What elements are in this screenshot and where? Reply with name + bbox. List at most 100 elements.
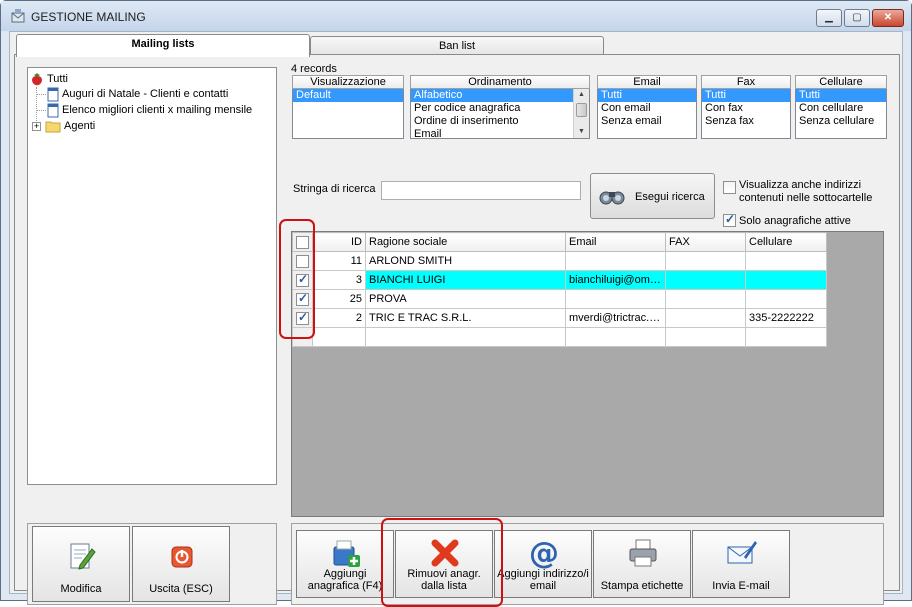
list-item[interactable]: Senza cellulare: [796, 115, 886, 128]
send-email-button[interactable]: Invia E-mail: [692, 530, 790, 598]
search-button-label: Esegui ricerca: [635, 191, 705, 203]
cell-fax[interactable]: [665, 289, 746, 309]
column-email[interactable]: Email: [565, 232, 666, 252]
filter-ordinamento: Ordinamento Alfabetico Per codice anagra…: [410, 75, 590, 140]
email-filter-list[interactable]: Tutti Con email Senza email: [597, 89, 697, 139]
table-row[interactable]: 2 TRIC E TRAC S.R.L. mverdi@trictrac.c..…: [292, 308, 827, 328]
minimize-button[interactable]: ▁: [816, 9, 842, 27]
cell-name[interactable]: TRIC E TRAC S.R.L.: [365, 308, 566, 328]
cell-empty[interactable]: [565, 327, 666, 347]
add-email-button[interactable]: @ Aggiungi indirizzo/i email: [494, 530, 592, 598]
add-email-label: Aggiungi indirizzo/i: [497, 568, 589, 580]
cell-cellulare[interactable]: 335-2222222: [745, 308, 827, 328]
tab-label: Ban list: [438, 40, 476, 52]
power-icon: [171, 546, 193, 568]
column-fax[interactable]: FAX: [665, 232, 746, 252]
maximize-button[interactable]: ▢: [844, 9, 870, 27]
cell-empty[interactable]: [365, 327, 566, 347]
list-item[interactable]: Per codice anagrafica: [411, 102, 589, 115]
list-item[interactable]: Con cellulare: [796, 102, 886, 115]
mailing-lists-panel: Tutti Auguri di Natale - Clienti e conta…: [14, 54, 900, 607]
cell-email[interactable]: [565, 251, 666, 271]
filter-visualizzazione: Visualizzazione Default: [292, 75, 404, 140]
cell-email[interactable]: mverdi@trictrac.c...: [565, 308, 666, 328]
list-item[interactable]: Alfabetico: [411, 89, 573, 102]
cell-fax[interactable]: [665, 308, 746, 328]
filter-header: Cellulare: [795, 75, 887, 89]
svg-text:@: @: [529, 537, 559, 569]
cell-name[interactable]: BIANCHI LUIGI: [365, 270, 566, 290]
list-item[interactable]: Ordine di inserimento: [411, 115, 589, 128]
list-item[interactable]: Tutti: [598, 89, 696, 102]
add-contact-label: Aggiungi: [323, 568, 367, 580]
cellulare-filter-list[interactable]: Tutti Con cellulare Senza cellulare: [795, 89, 887, 139]
add-contact-button[interactable]: Aggiungi anagrafica (F4): [296, 530, 394, 598]
fax-filter-list[interactable]: Tutti Con fax Senza fax: [701, 89, 791, 139]
exit-button[interactable]: Uscita (ESC): [132, 526, 230, 602]
subfolders-checkbox[interactable]: [723, 181, 736, 194]
list-item[interactable]: Con fax: [702, 102, 790, 115]
visualizzazione-list[interactable]: Default: [292, 89, 404, 139]
tree-item-elenco[interactable]: Elenco migliori clienti x mailing mensil…: [36, 103, 266, 118]
cell-id[interactable]: 3: [312, 270, 366, 290]
list-item[interactable]: Tutti: [702, 89, 790, 102]
table-row-new[interactable]: [292, 327, 827, 347]
cell-empty[interactable]: [665, 327, 746, 347]
column-cellulare[interactable]: Cellulare: [745, 232, 827, 252]
active-only-checkbox[interactable]: [723, 212, 736, 227]
list-item[interactable]: Email: [411, 128, 589, 138]
edit-document-icon: [70, 543, 96, 570]
ordinamento-list[interactable]: Alfabetico Per codice anagrafica Ordine …: [410, 89, 590, 139]
list-item[interactable]: Senza email: [598, 115, 696, 128]
main-window: GESTIONE MAILING ▁ ▢ ✕ Mailing lists Ban…: [0, 0, 912, 607]
cell-name[interactable]: PROVA: [365, 289, 566, 309]
column-ragione-sociale[interactable]: Ragione sociale: [365, 232, 566, 252]
cell-fax[interactable]: [665, 251, 746, 271]
cell-email[interactable]: bianchiluigi@omni...: [565, 270, 666, 290]
records-grid[interactable]: ID Ragione sociale Email FAX Cellulare 1…: [292, 232, 827, 347]
tree-item-agenti[interactable]: + Agenti: [32, 119, 232, 134]
table-row[interactable]: 11 ARLOND SMITH: [292, 251, 827, 271]
tree-label: Agenti: [64, 120, 96, 132]
mailing-list-tree[interactable]: Tutti Auguri di Natale - Clienti e conta…: [27, 67, 277, 485]
tab-mailing-lists[interactable]: Mailing lists: [16, 34, 310, 57]
expand-icon[interactable]: +: [32, 122, 41, 131]
list-item[interactable]: Senza fax: [702, 115, 790, 128]
search-input[interactable]: [381, 181, 581, 200]
cell-empty[interactable]: [745, 327, 827, 347]
cell-id[interactable]: 2: [312, 308, 366, 328]
list-item[interactable]: Con email: [598, 102, 696, 115]
envelope-pen-icon: [727, 541, 757, 564]
scroll-up-icon[interactable]: ▲: [576, 90, 587, 100]
tab-label: Mailing lists: [131, 38, 195, 50]
table-row-selected[interactable]: 3 BIANCHI LUIGI bianchiluigi@omni...: [292, 270, 827, 290]
tree-label: Tutti: [47, 73, 68, 85]
close-button[interactable]: ✕: [872, 9, 904, 27]
add-email-label-2: email: [529, 580, 557, 592]
ordinamento-scrollbar[interactable]: ▲ ▼: [573, 89, 589, 138]
cell-cellulare[interactable]: [745, 251, 827, 271]
tree-item-auguri[interactable]: Auguri di Natale - Clienti e contatti: [36, 87, 266, 102]
table-row[interactable]: 25 PROVA: [292, 289, 827, 309]
document-icon: [47, 103, 59, 118]
scroll-down-icon[interactable]: ▼: [576, 127, 587, 137]
search-button[interactable]: Esegui ricerca: [590, 173, 715, 219]
annotation-remove-button: [381, 518, 503, 607]
cell-name[interactable]: ARLOND SMITH: [365, 251, 566, 271]
print-labels-button[interactable]: Stampa etichette: [593, 530, 691, 598]
tree-item-root[interactable]: Tutti: [30, 72, 230, 87]
title-bar[interactable]: GESTIONE MAILING ▁ ▢ ✕: [1, 1, 911, 31]
column-id[interactable]: ID: [312, 232, 366, 252]
list-item[interactable]: Default: [293, 89, 403, 102]
scroll-thumb[interactable]: [576, 103, 587, 117]
cell-id[interactable]: 25: [312, 289, 366, 309]
cell-email[interactable]: [565, 289, 666, 309]
cell-cellulare[interactable]: [745, 270, 827, 290]
cell-empty[interactable]: [312, 327, 366, 347]
list-item[interactable]: Tutti: [796, 89, 886, 102]
cell-id[interactable]: 11: [312, 251, 366, 271]
tree-label: Auguri di Natale - Clienti e contatti: [62, 88, 229, 100]
cell-fax[interactable]: [665, 270, 746, 290]
cell-cellulare[interactable]: [745, 289, 827, 309]
edit-button[interactable]: Modifica: [32, 526, 130, 602]
